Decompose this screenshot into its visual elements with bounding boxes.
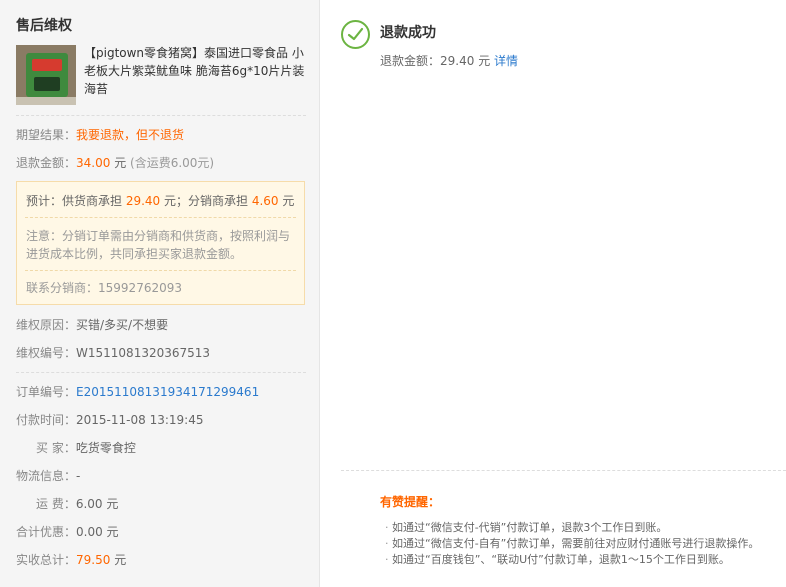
- refund-result-label: 退款金额：: [380, 54, 441, 68]
- order-number-row: 订单编号：E20151108131934171299461: [16, 384, 259, 400]
- order-number-label: 订单编号：: [16, 385, 77, 399]
- contact-label: 联系分销商：: [26, 281, 99, 295]
- tips-title: 有赞提醒：: [380, 495, 441, 509]
- buyer-row: 买 家：吃货零食控: [36, 440, 136, 456]
- freight-unit: 元: [102, 497, 119, 511]
- tip-item: 如通过“微信支付-自有”付款订单，需要前往对应财付通账号进行退款操作。: [385, 536, 759, 552]
- tip-item: 如通过“微信支付-代销”付款订单，退款3个工作日到账。: [385, 520, 759, 536]
- buyer-value: 吃货零食控: [75, 441, 136, 455]
- case-number-row: 维权编号：W1511081320367513: [16, 345, 210, 361]
- refund-amount-note: (含运费6.00元): [126, 156, 215, 170]
- contact-distributor: 联系分销商：15992762093: [26, 279, 182, 296]
- refund-detail-link[interactable]: 详情: [494, 54, 518, 68]
- payment-time-row: 付款时间：2015-11-08 13:19:45: [16, 412, 203, 428]
- total-value: 79.50: [76, 553, 111, 567]
- product-plate: [16, 97, 76, 105]
- divider: [16, 115, 306, 116]
- cost-split-notice: 预计：供货商承担 29.40 元；分销商承担 4.60 元 注意：分销订单需由分…: [16, 181, 305, 305]
- total-row: 实收总计：79.50 元: [16, 552, 126, 568]
- expect-label: 期望结果：: [16, 128, 77, 142]
- refund-result-panel: 退款成功 退款金额：29.40 元 详情 有赞提醒： 如通过“微信支付-代销”付…: [321, 0, 786, 587]
- total-label: 实收总计：: [16, 553, 77, 567]
- divider: [16, 372, 306, 373]
- logistics-row: 物流信息：-: [16, 468, 80, 484]
- distributor-share: 4.60: [251, 194, 279, 208]
- discount-value: 0.00: [76, 525, 103, 539]
- refund-result-value: 29.40: [440, 54, 475, 68]
- supplier-share: 29.40: [125, 194, 161, 208]
- product-image[interactable]: [16, 45, 76, 105]
- freight-value: 6.00: [75, 497, 103, 511]
- product-package-image: [26, 53, 68, 97]
- check-circle-icon: [341, 20, 370, 49]
- refund-amount-row: 退款金额：34.00 元 (含运费6.00元): [16, 155, 214, 171]
- reason-label: 维权原因：: [16, 318, 77, 332]
- expect-value: 我要退款，但不退货: [76, 128, 185, 142]
- estimate-suffix: 元: [278, 194, 295, 208]
- refund-result-amount: 退款金额：29.40 元 详情: [380, 52, 518, 69]
- freight-row: 运 费：6.00 元: [36, 496, 118, 512]
- cost-split-estimate: 预计：供货商承担 29.40 元；分销商承担 4.60 元: [26, 192, 294, 209]
- refund-amount-unit: 元: [110, 156, 127, 170]
- contact-phone[interactable]: 15992762093: [98, 281, 182, 295]
- payment-time-label: 付款时间：: [16, 413, 77, 427]
- tips-list: 如通过“微信支付-代销”付款订单，退款3个工作日到账。 如通过“微信支付-自有”…: [385, 520, 759, 568]
- cost-split-note: 注意：分销订单需由分销商和供货商，按照利润与进货成本比例，共同承担买家退款金额。: [26, 229, 291, 261]
- discount-label: 合计优惠：: [16, 525, 77, 539]
- discount-unit: 元: [102, 525, 119, 539]
- reason-value: 买错/多买/不想要: [76, 318, 169, 332]
- estimate-mid: 元；分销商承担: [160, 194, 252, 208]
- case-number-label: 维权编号：: [16, 346, 77, 360]
- total-unit: 元: [110, 553, 127, 567]
- refund-amount-label: 退款金额：: [16, 156, 77, 170]
- product-title[interactable]: 【pigtown零食猪窝】泰国进口零食品 小老板大片紫菜鱿鱼味 脆海苔6g*10…: [84, 44, 306, 98]
- buyer-label: 买 家：: [36, 441, 76, 455]
- freight-label: 运 费：: [36, 497, 76, 511]
- aftersale-panel: 售后维权 【pigtown零食猪窝】泰国进口零食品 小老板大片紫菜鱿鱼味 脆海苔…: [0, 0, 320, 587]
- notice-divider: [25, 270, 296, 271]
- divider: [341, 470, 786, 471]
- logistics-value: -: [76, 469, 81, 483]
- estimate-prefix: 预计：供货商承担: [26, 194, 126, 208]
- reason-row: 维权原因：买错/多买/不想要: [16, 317, 168, 333]
- tip-item: 如通过“百度钱包”、“联动U付”付款订单，退款1～15个工作日到账。: [385, 552, 759, 568]
- discount-row: 合计优惠：0.00 元: [16, 524, 119, 540]
- expect-row: 期望结果：我要退款，但不退货: [16, 127, 184, 143]
- refund-result-unit: 元: [474, 54, 495, 68]
- payment-time-value: 2015-11-08 13:19:45: [76, 413, 204, 427]
- refund-amount-value: 34.00: [76, 156, 111, 170]
- refund-status-title: 退款成功: [380, 25, 436, 41]
- order-number-link[interactable]: E20151108131934171299461: [76, 385, 259, 399]
- logistics-label: 物流信息：: [16, 469, 77, 483]
- notice-divider: [25, 217, 296, 218]
- page-title: 售后维权: [16, 18, 72, 34]
- case-number-value: W1511081320367513: [76, 346, 211, 360]
